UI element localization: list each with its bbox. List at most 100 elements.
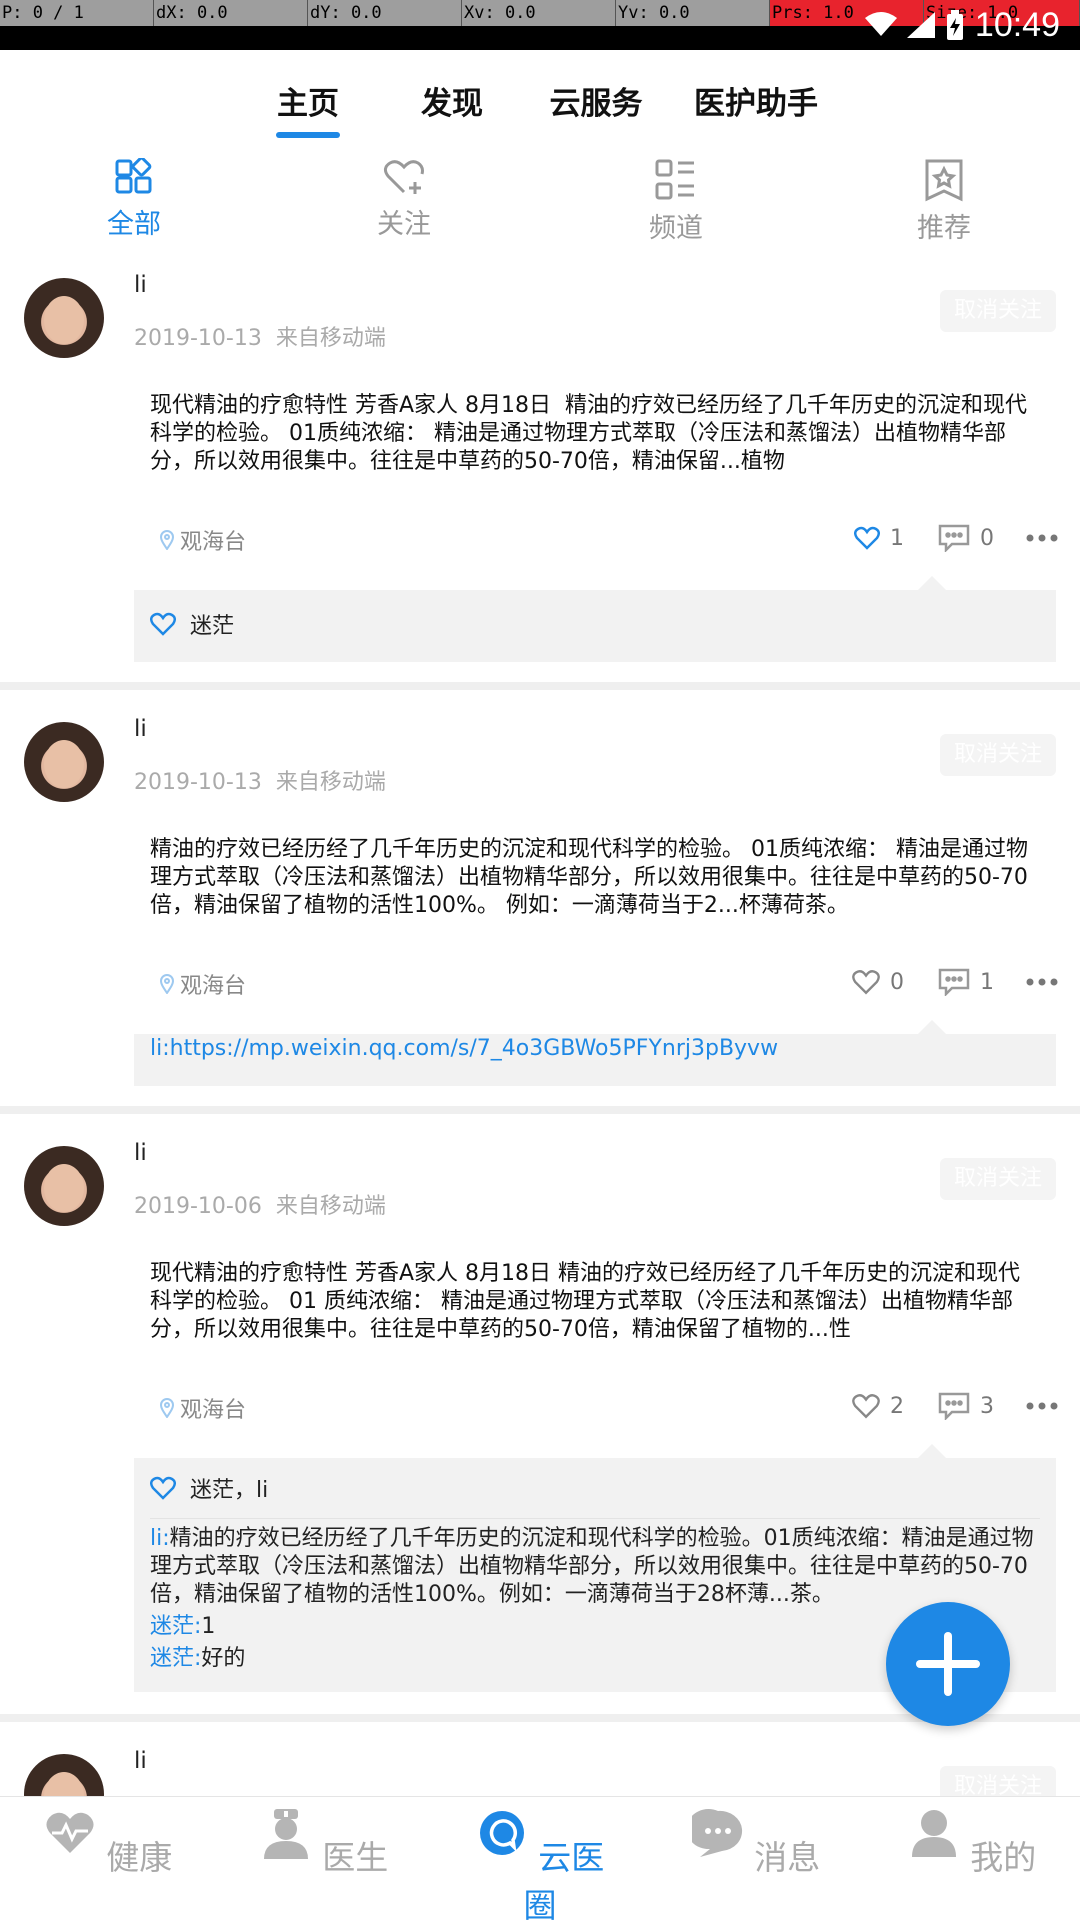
comment-author[interactable]: li:	[150, 1526, 170, 1551]
unfollow-button[interactable]: 取消关注	[940, 290, 1056, 332]
post-location: 观海台	[160, 968, 246, 1000]
nav-me[interactable]: 我的	[902, 1807, 1042, 1879]
post-content[interactable]: 现代精油的疗愈特性 芳香A家人 8月18日 精油的疗效已经历经了几千年历史的沉淀…	[150, 1260, 1038, 1344]
top-tab-bar: 主页 发现 云服务 医护助手	[0, 50, 1080, 146]
tab-care-assistant-label: 医护助手	[694, 86, 818, 122]
comment-button[interactable]: 1	[938, 968, 994, 996]
feed-post[interactable]: li 2019-10-13 来自移动端 取消关注 现代精油的疗愈特性 芳香A家人…	[0, 270, 1080, 682]
heart-pulse-icon	[46, 1812, 94, 1853]
like-button[interactable]: 2	[852, 1393, 904, 1419]
active-tab-indicator	[276, 132, 340, 138]
location-pin-icon	[160, 530, 174, 550]
unfollow-button[interactable]: 取消关注	[940, 734, 1056, 776]
debug-dy: dY: 0.0	[308, 0, 462, 26]
heart-plus-icon	[383, 160, 424, 194]
comment-count: 1	[980, 969, 994, 995]
nav-health[interactable]: 健康	[38, 1807, 178, 1879]
debug-p: P: 0 / 1	[0, 0, 154, 26]
post-username[interactable]: li	[134, 716, 147, 742]
like-button[interactable]: 0	[852, 969, 904, 995]
nav-messages-label: 消息	[754, 1838, 821, 1877]
tab-care-assistant[interactable]: 医护助手	[692, 78, 820, 138]
post-date: 2019-10-13	[134, 326, 262, 351]
avatar[interactable]	[24, 722, 104, 802]
comment-count: 3	[980, 1393, 994, 1419]
nav-cloud-circle[interactable]: 云医圈	[470, 1807, 610, 1920]
unfollow-button[interactable]: 取消关注	[940, 1158, 1056, 1200]
comment-text: 1	[201, 1614, 216, 1639]
like-count: 2	[890, 1393, 904, 1419]
post-meta: 2019-10-06 来自移动端	[134, 1188, 386, 1220]
subtab-recommend[interactable]: 推荐	[884, 158, 1004, 245]
comment-text: 好的	[201, 1646, 246, 1671]
comment-icon	[938, 968, 970, 996]
add-post-button[interactable]	[886, 1602, 1010, 1726]
doctor-icon	[263, 1809, 308, 1859]
message-bubble-icon	[686, 1809, 742, 1857]
more-button[interactable]	[1026, 534, 1058, 542]
heart-outline-icon	[852, 970, 880, 995]
comment-icon	[938, 1392, 970, 1420]
unfollow-button[interactable]: 取消关注	[940, 1766, 1056, 1796]
nav-doctor-label: 医生	[322, 1838, 389, 1877]
comment-item[interactable]: li:精油的疗效已经历经了几千年历史的沉淀和现代科学的检验。01质纯浓缩：精油是…	[134, 1525, 1056, 1609]
user-icon	[911, 1810, 956, 1857]
subtab-all[interactable]: 全部	[74, 158, 194, 241]
comment-text: 精油的疗效已经历经了几千年历史的沉淀和现代科学的检验。01质纯浓缩：精油是通过物…	[150, 1526, 1034, 1607]
nav-messages[interactable]: 消息	[686, 1807, 826, 1879]
post-date: 2019-10-13	[134, 770, 262, 795]
post-source: 来自移动端	[275, 1194, 386, 1219]
nav-doctor[interactable]: 医生	[254, 1807, 394, 1879]
liked-by-row: 迷茫	[134, 590, 1056, 654]
post-source: 来自移动端	[275, 326, 386, 351]
feed-post[interactable]: li 取消关注	[0, 1746, 1080, 1796]
comment-author[interactable]: 迷茫:	[150, 1646, 201, 1671]
more-dots-icon	[1026, 534, 1058, 542]
bottom-nav: 健康 医生 云医圈 消息 我的	[0, 1796, 1080, 1920]
comment-author[interactable]: 迷茫:	[150, 1614, 201, 1639]
nav-health-label: 健康	[106, 1838, 173, 1877]
location-label: 观海台	[180, 1398, 247, 1423]
comment-button[interactable]: 0	[938, 524, 994, 552]
nav-cloud-circle-label: 云医圈	[523, 1838, 605, 1920]
wifi-icon	[864, 12, 897, 36]
tab-home-label: 主页	[277, 86, 339, 122]
post-content[interactable]: 精油的疗效已经历经了几千年历史的沉淀和现代科学的检验。 01质纯浓缩： 精油是通…	[150, 836, 1038, 920]
tab-home[interactable]: 主页	[276, 78, 340, 138]
comment-count: 0	[980, 525, 994, 551]
like-count: 1	[890, 525, 904, 551]
avatar[interactable]	[24, 1146, 104, 1226]
post-username[interactable]: li	[134, 1140, 147, 1166]
debug-dx: dX: 0.0	[154, 0, 308, 26]
subtab-following[interactable]: 关注	[344, 158, 464, 241]
subtab-channel[interactable]: 频道	[616, 158, 736, 245]
location-label: 观海台	[180, 974, 247, 999]
tab-cloud-service[interactable]: 云服务	[548, 78, 644, 138]
shared-link[interactable]: li:https://mp.weixin.qq.com/s/7_4o3GBWo5…	[134, 1034, 1056, 1067]
liked-by-names[interactable]: 迷茫，li	[190, 1472, 268, 1504]
post-username[interactable]: li	[134, 272, 147, 298]
liked-by-row: 迷茫，li	[134, 1458, 1056, 1518]
liked-by-names[interactable]: 迷茫	[190, 608, 234, 640]
more-dots-icon	[1026, 978, 1058, 986]
post-divider	[0, 1106, 1080, 1114]
comment-button[interactable]: 3	[938, 1392, 994, 1420]
tab-discover[interactable]: 发现	[420, 78, 484, 138]
like-button[interactable]: 1	[854, 526, 904, 551]
post-username[interactable]: li	[134, 1748, 147, 1774]
avatar[interactable]	[24, 278, 104, 358]
avatar[interactable]	[24, 1754, 104, 1796]
location-pin-icon	[160, 1398, 174, 1418]
feed-post[interactable]: li 2019-10-13 来自移动端 取消关注 精油的疗效已经历经了几千年历史…	[0, 714, 1080, 1106]
subtab-following-label: 关注	[377, 209, 431, 240]
comment-icon	[938, 524, 970, 552]
post-meta: 2019-10-13 来自移动端	[134, 764, 386, 796]
list-icon	[655, 159, 694, 200]
post-content[interactable]: 现代精油的疗愈特性 芳香A家人 8月18日 ￼ ￼精油的疗效已经历经了几千年历史…	[150, 392, 1038, 476]
more-button[interactable]	[1026, 1402, 1058, 1410]
post-actions: 2 3	[852, 1392, 1058, 1420]
tab-cloud-service-label: 云服务	[549, 86, 643, 122]
post-meta: 2019-10-13 来自移动端	[134, 320, 386, 352]
post-actions: 0 1	[852, 968, 1058, 996]
more-button[interactable]	[1026, 978, 1058, 986]
